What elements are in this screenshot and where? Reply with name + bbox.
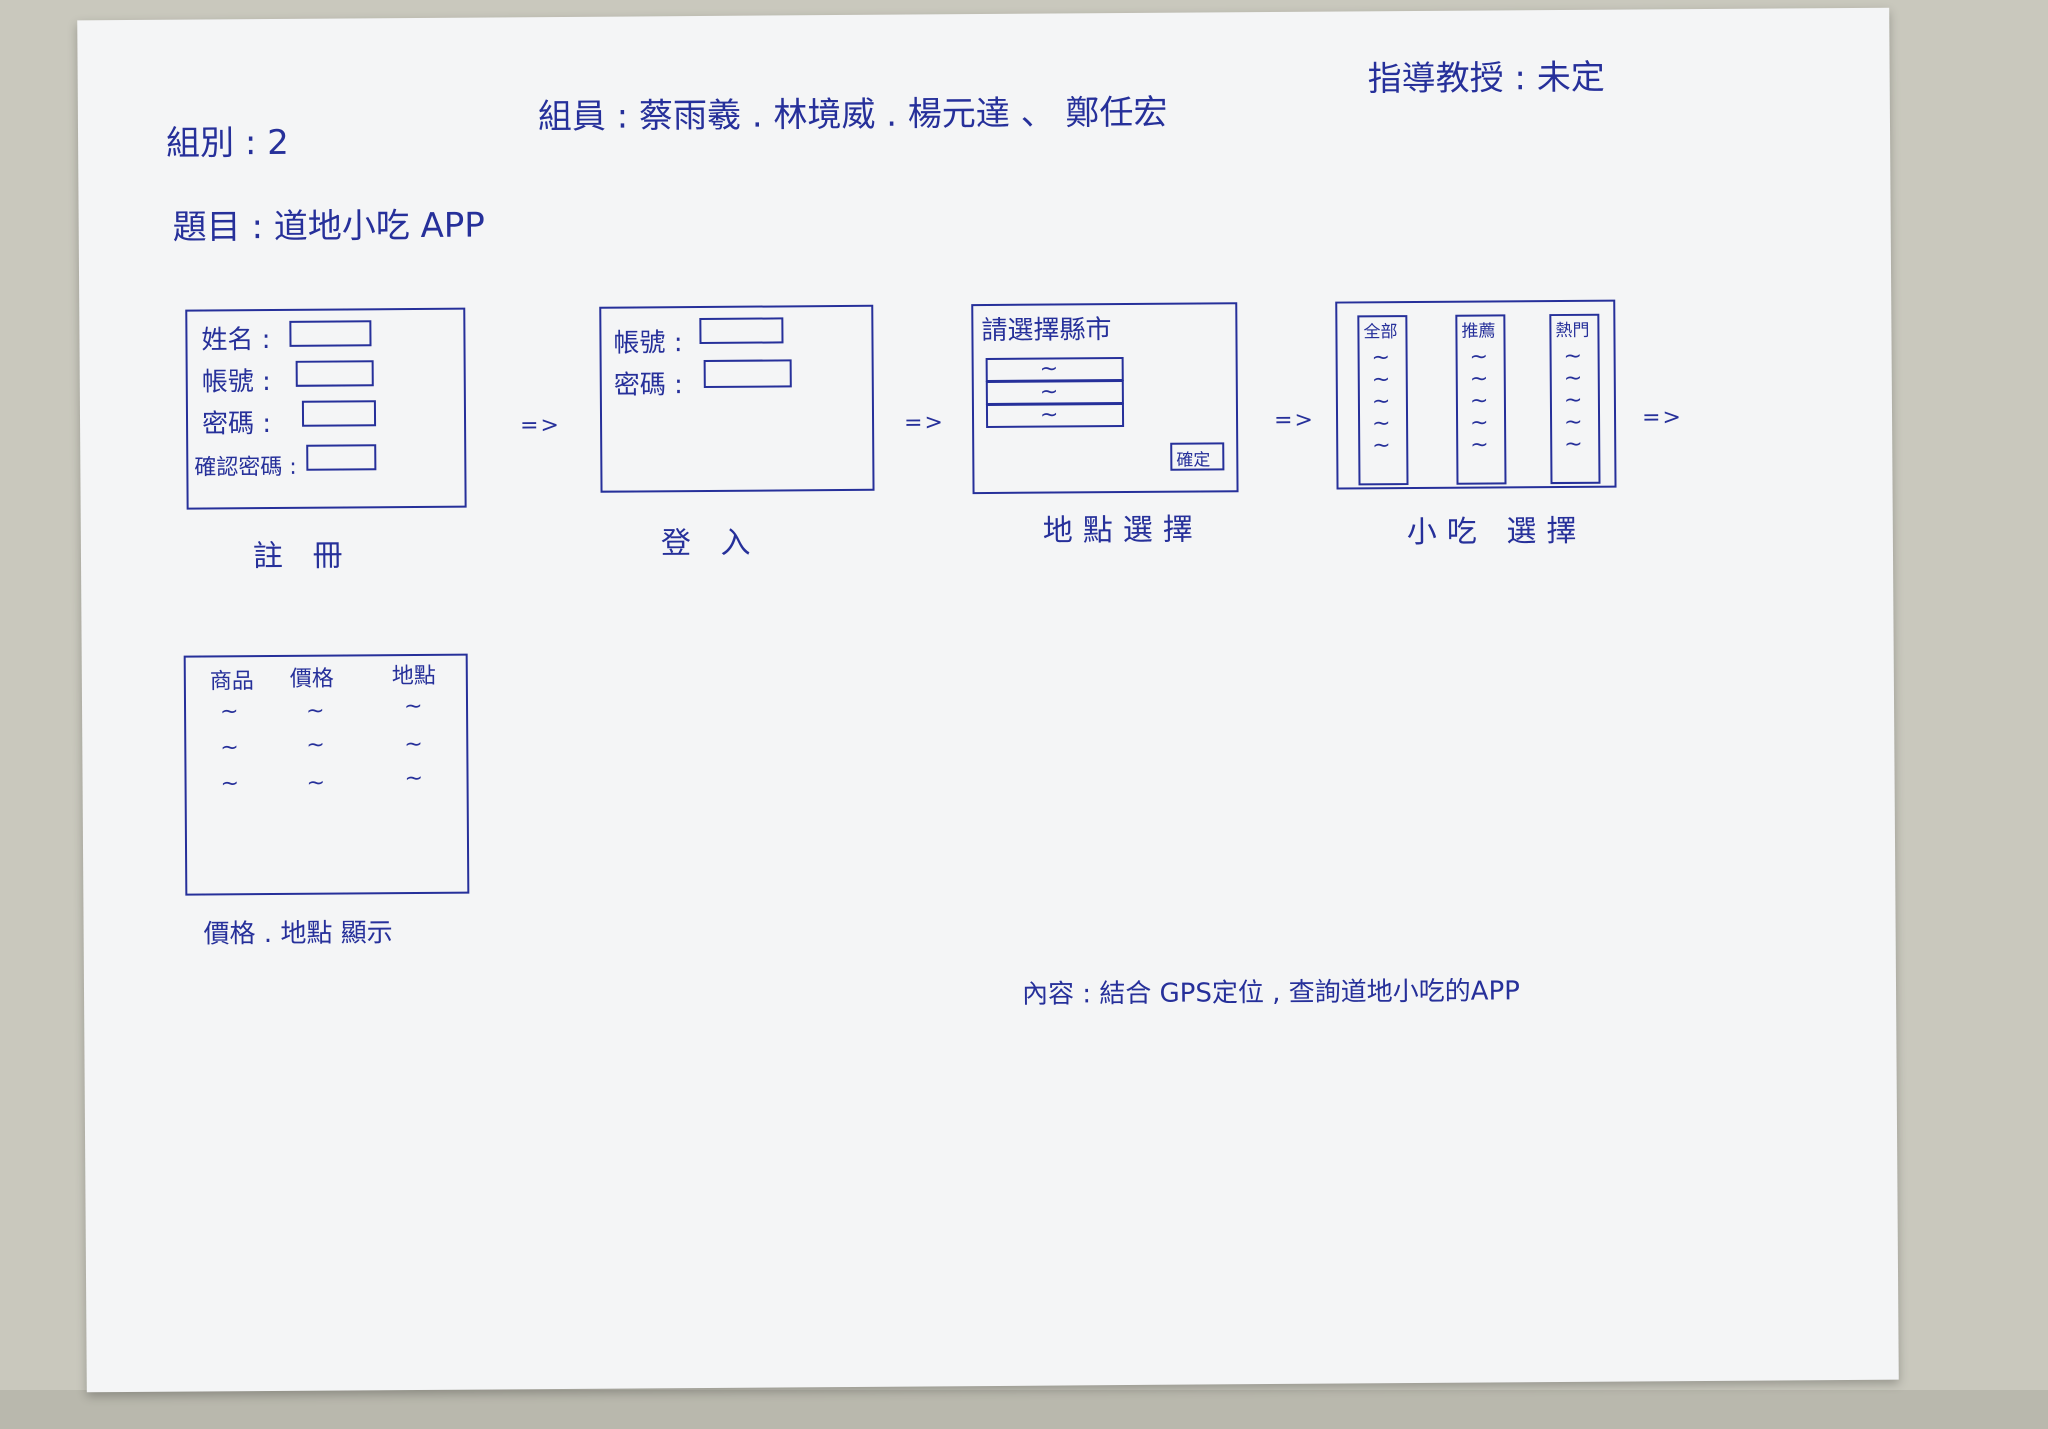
register-screen: 姓名 : 帳號 : 密碼 : 確認密碼 : [185, 307, 467, 510]
location-option-3[interactable]: ~ [985, 403, 1125, 429]
price-screen: 商品 價格 地點 ~ ~ ~ ~ ~ ~ ~ ~ ~ [183, 653, 470, 896]
location-option-2[interactable]: ~ [985, 380, 1124, 406]
table-row: ~ [220, 771, 240, 797]
register-name-label: 姓名 : [201, 325, 271, 356]
arrow-4: => [1641, 405, 1684, 431]
table-row: ~ [219, 699, 239, 725]
location-confirm-button[interactable]: 確定 [1170, 442, 1225, 471]
price-caption: 價格 . 地點 顯示 [203, 918, 393, 950]
table-row: ~ [220, 735, 239, 761]
register-password-input[interactable] [301, 400, 377, 427]
snack-caption: 小吃 選擇 [1406, 513, 1587, 551]
login-account-input[interactable] [699, 317, 784, 345]
topic-label: 題目 : 道地小吃 APP [172, 205, 485, 248]
register-account-input[interactable] [295, 360, 374, 387]
col-header-location: 地點 [391, 663, 436, 690]
location-prompt: 請選擇縣市 [981, 315, 1112, 347]
location-option-1[interactable]: ~ [985, 357, 1124, 383]
content-description: 內容 : 結合 GPS定位 , 查詢道地小吃的APP [1021, 976, 1520, 1010]
arrow-3: => [1273, 407, 1316, 433]
members-label: 組員 : 蔡雨羲 . 林境威 . 楊元達 、 鄭任宏 [537, 92, 1168, 138]
advisor-label: 指導教授 : 未定 [1367, 57, 1605, 100]
register-password-label: 密碼 : [201, 408, 272, 440]
snack-screen: 全部 ~ ~ ~ ~ ~ 推薦 ~ ~ ~ ~ ~ 熱門 ~ ~ ~ ~ ~ [1335, 299, 1617, 490]
snack-col-all[interactable]: 全部 ~ ~ ~ ~ ~ [1357, 315, 1409, 486]
col-header-price: 價格 [289, 666, 334, 692]
group-label: 組別 : 2 [165, 122, 289, 164]
location-caption: 地點選擇 [1042, 512, 1203, 549]
register-caption: 註 冊 [252, 538, 353, 575]
login-account-label: 帳號 : [613, 328, 683, 359]
arrow-1: => [519, 412, 562, 439]
snack-col-recommended[interactable]: 推薦 ~ ~ ~ ~ ~ [1455, 314, 1507, 485]
register-confirm-label: 確認密碼 : [194, 454, 297, 481]
login-screen: 帳號 : 密碼 : [599, 304, 875, 493]
tab-all[interactable]: 全部 [1363, 317, 1397, 342]
register-confirm-input[interactable] [306, 444, 377, 471]
col-header-product: 商品 [209, 669, 254, 695]
arrow-2: => [903, 410, 946, 436]
login-password-label: 密碼 : [613, 370, 683, 401]
register-account-label: 帳號 : [201, 366, 271, 398]
register-name-input[interactable] [289, 320, 372, 347]
tab-recommended[interactable]: 推薦 [1461, 316, 1495, 341]
login-caption: 登 入 [660, 525, 761, 562]
desk-surface [0, 1390, 2048, 1429]
snack-col-popular[interactable]: 熱門 ~ ~ ~ ~ ~ [1549, 313, 1601, 485]
location-screen: 請選擇縣市 ~ ~ ~ 確定 [971, 302, 1239, 495]
login-password-input[interactable] [703, 359, 792, 388]
tab-popular[interactable]: 熱門 [1555, 316, 1589, 341]
sketch-paper: 組別 : 2 組員 : 蔡雨羲 . 林境威 . 楊元達 、 鄭任宏 指導教授 :… [77, 7, 1899, 1393]
